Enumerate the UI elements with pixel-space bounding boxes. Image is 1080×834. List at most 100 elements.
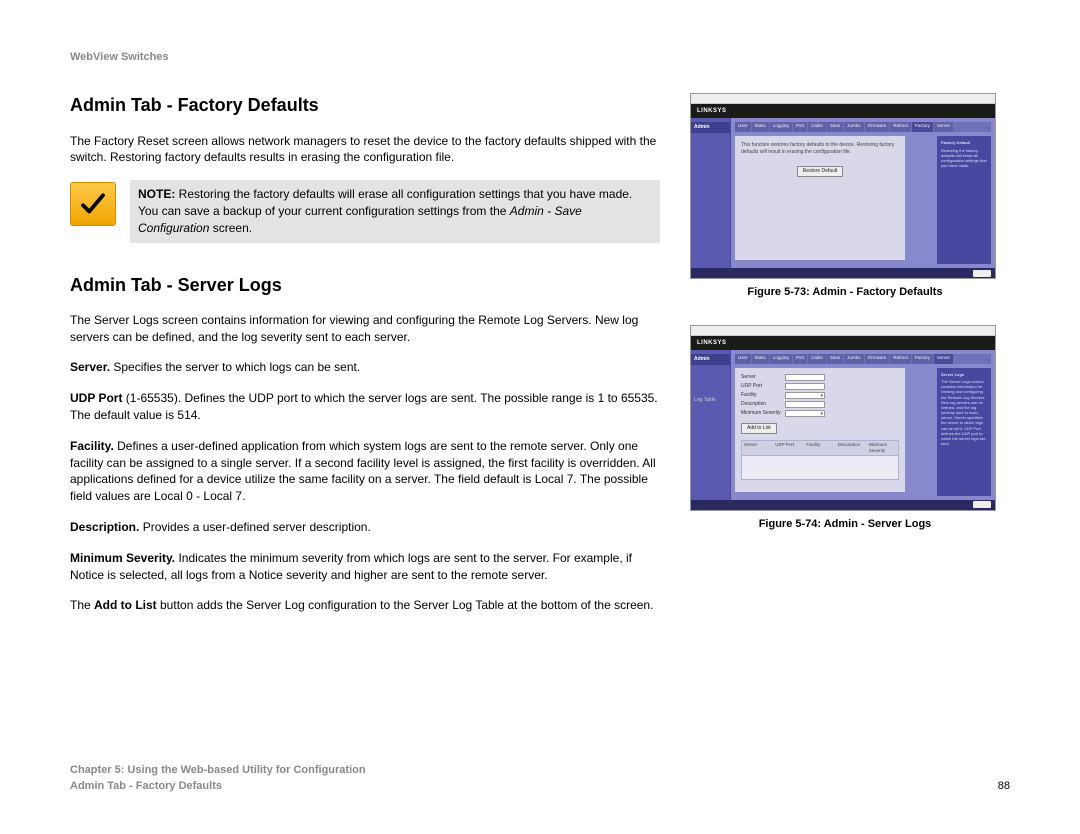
cisco-logo-icon	[973, 501, 991, 508]
left-nav: Admin	[691, 118, 731, 268]
note-text: NOTE: Restoring the factory defaults wil…	[130, 180, 660, 242]
document-header: WebView Switches	[70, 50, 1010, 65]
def-facility: Facility. Defines a user-defined applica…	[70, 438, 660, 505]
atl-pre: The	[70, 598, 94, 612]
tab[interactable]: Port	[793, 122, 807, 132]
tab[interactable]: Static	[752, 354, 769, 364]
cisco-logo-icon	[973, 270, 991, 277]
term-server: Server.	[70, 360, 110, 374]
input-desc[interactable]	[785, 401, 825, 408]
tab[interactable]: User	[735, 354, 751, 364]
nav-admin[interactable]: Admin	[691, 122, 730, 133]
def-description: Description. Provides a user-defined ser…	[70, 519, 660, 536]
note-block: NOTE: Restoring the factory defaults wil…	[70, 180, 660, 242]
figure-74: LINKSYS Admin Log Table UserStaticLoggin…	[690, 325, 1000, 532]
help-panel: Factory Default Restoring the factory de…	[937, 136, 991, 264]
brand-bar: LINKSYS	[691, 104, 995, 118]
tab[interactable]: Cable	[808, 354, 826, 364]
intro-server-logs: The Server Logs screen contains informat…	[70, 312, 660, 346]
figure-column: LINKSYS Admin UserStaticLoggingPortCable…	[690, 93, 1000, 628]
tab[interactable]: User	[735, 122, 751, 132]
desc-udp: (1-65535). Defines the UDP port to which…	[70, 391, 658, 422]
th-server: Server	[742, 441, 773, 456]
content-panel: This function restores factory defaults …	[735, 136, 905, 260]
lbl-udp: UDP Port	[741, 383, 781, 390]
browser-chrome	[691, 94, 995, 104]
select-sev[interactable]	[785, 410, 825, 417]
tab-strip: UserStaticLoggingPortCableSaveJumboFirmw…	[735, 122, 991, 132]
add-to-list-note: The Add to List button adds the Server L…	[70, 597, 660, 614]
tab[interactable]: Firmware	[865, 354, 890, 364]
tab[interactable]: Firmware	[865, 122, 890, 132]
server-log-table: Server UDP Port Facility Description Min…	[741, 440, 899, 480]
tab[interactable]: Factory	[912, 354, 933, 364]
atl-post: button adds the Server Log configuration…	[157, 598, 654, 612]
tab[interactable]: Static	[752, 122, 769, 132]
tab-strip: UserStaticLoggingPortCableSaveJumboFirmw…	[735, 354, 991, 364]
checkmark-icon	[70, 182, 116, 226]
main-panel: UserStaticLoggingPortCableSaveJumboFirmw…	[731, 350, 995, 500]
panel-description: This function restores factory defaults …	[741, 142, 899, 156]
lbl-server: Server	[741, 374, 781, 381]
lbl-facility: Facility	[741, 392, 781, 399]
tab-active[interactable]: Server	[934, 354, 953, 364]
footer-section: Admin Tab - Factory Defaults	[70, 779, 366, 794]
term-description: Description.	[70, 520, 139, 534]
add-to-list-button[interactable]: Add to List	[741, 423, 777, 434]
input-udp[interactable]	[785, 383, 825, 390]
nav-admin[interactable]: Admin	[691, 354, 730, 365]
figure-73-caption: Figure 5-73: Admin - Factory Defaults	[690, 285, 1000, 300]
tab[interactable]: Logging	[770, 122, 792, 132]
heading-factory-defaults: Admin Tab - Factory Defaults	[70, 93, 660, 118]
page-footer: Chapter 5: Using the Web-based Utility f…	[70, 763, 1010, 794]
screenshot-factory-defaults: LINKSYS Admin UserStaticLoggingPortCable…	[690, 93, 996, 279]
nav-log-table[interactable]: Log Table	[691, 395, 730, 406]
text-column: Admin Tab - Factory Defaults The Factory…	[70, 93, 660, 628]
desc-description: Provides a user-defined server descripti…	[139, 520, 370, 534]
help-body: The Server Logs screen contains informat…	[941, 379, 987, 446]
th-desc: Description	[836, 441, 867, 456]
screenshot-server-logs: LINKSYS Admin Log Table UserStaticLoggin…	[690, 325, 996, 511]
tab[interactable]: Save	[827, 122, 843, 132]
def-udp: UDP Port (1-65535). Defines the UDP port…	[70, 390, 660, 424]
tab[interactable]: Save	[827, 354, 843, 364]
help-body: Restoring the factory defaults will eras…	[941, 148, 987, 169]
th-sev: Minimum Severity	[867, 441, 898, 456]
note-label: NOTE:	[138, 187, 175, 201]
tab[interactable]: Reboot	[890, 122, 911, 132]
brand-bar: LINKSYS	[691, 336, 995, 350]
row-server: Server	[741, 374, 899, 381]
tab[interactable]: Logging	[770, 354, 792, 364]
table-header: Server UDP Port Facility Description Min…	[742, 441, 898, 457]
tab[interactable]: Port	[793, 354, 807, 364]
atl-bold: Add to List	[94, 598, 157, 612]
tab[interactable]: Cable	[808, 122, 826, 132]
figure-74-caption: Figure 5-74: Admin - Server Logs	[690, 517, 1000, 532]
tab[interactable]: Jumbo	[844, 354, 864, 364]
help-title: Server Logs	[941, 372, 987, 377]
def-server: Server. Specifies the server to which lo…	[70, 359, 660, 376]
footer-chapter: Chapter 5: Using the Web-based Utility f…	[70, 763, 366, 778]
tab[interactable]: Server	[934, 122, 953, 132]
term-udp: UDP Port	[70, 391, 122, 405]
def-severity: Minimum Severity. Indicates the minimum …	[70, 550, 660, 584]
select-facility[interactable]	[785, 392, 825, 399]
tab[interactable]: Reboot	[890, 354, 911, 364]
term-facility: Facility.	[70, 439, 114, 453]
intro-factory-defaults: The Factory Reset screen allows network …	[70, 133, 660, 167]
note-body-2: screen.	[209, 221, 252, 235]
main-panel: UserStaticLoggingPortCableSaveJumboFirmw…	[731, 118, 995, 268]
input-server[interactable]	[785, 374, 825, 381]
page-number: 88	[998, 779, 1010, 794]
browser-chrome	[691, 326, 995, 336]
help-panel: Server Logs The Server Logs screen conta…	[937, 368, 991, 496]
content-panel: Server UDP Port Facility Description Min…	[735, 368, 905, 492]
row-desc: Description	[741, 401, 899, 408]
tab[interactable]: Jumbo	[844, 122, 864, 132]
th-facility: Facility	[804, 441, 835, 456]
tab-active[interactable]: Factory	[912, 122, 933, 132]
footer-bar	[691, 500, 995, 510]
th-udp: UDP Port	[773, 441, 804, 456]
restore-default-button[interactable]: Restore Default	[797, 166, 844, 177]
desc-facility: Defines a user-defined application from …	[70, 439, 656, 503]
